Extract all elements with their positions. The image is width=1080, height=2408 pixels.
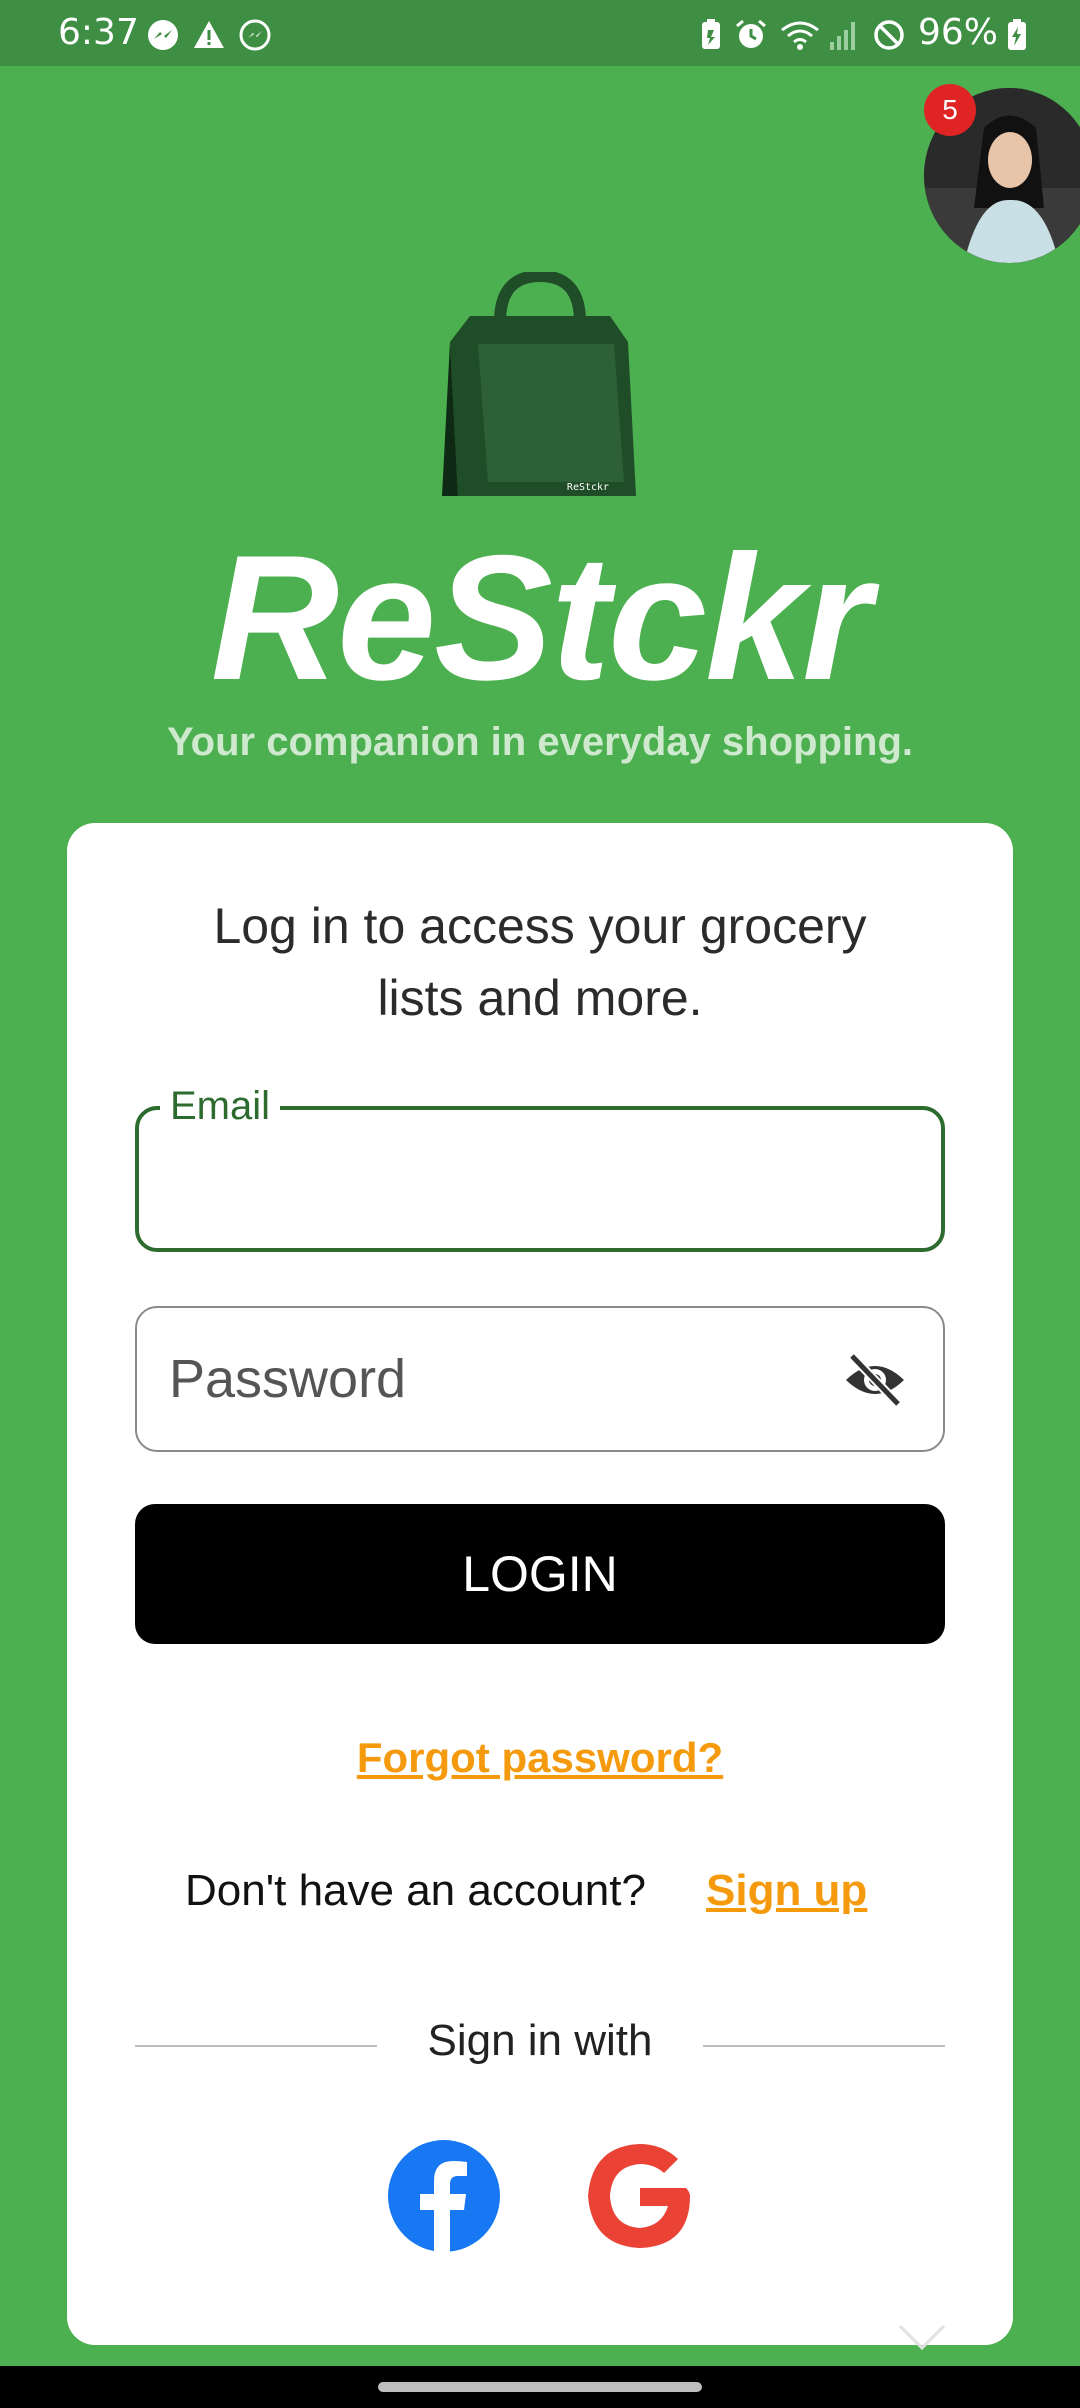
battery-icon: [1008, 19, 1026, 50]
sign-in-with-label: Sign in with: [427, 2016, 653, 2065]
google-icon[interactable]: [582, 2138, 698, 2254]
visibility-off-icon[interactable]: [842, 1350, 908, 1410]
messenger-icon: [148, 20, 178, 50]
app-tagline: Your companion in everyday shopping.: [166, 720, 914, 764]
facebook-icon[interactable]: [386, 2138, 502, 2254]
alarm-icon: [736, 19, 766, 48]
password-field[interactable]: [135, 1306, 945, 1452]
logo-text: ReStckr: [567, 482, 609, 493]
home-gesture-pill[interactable]: [378, 2382, 702, 2392]
notification-badge: 5: [924, 84, 976, 136]
email-label: Email: [160, 1084, 281, 1129]
divider-right: [703, 2045, 945, 2047]
shopping-bag-logo: ReStckr: [442, 272, 636, 496]
email-input[interactable]: [139, 1110, 941, 1248]
sign-up-link[interactable]: Sign up: [706, 1866, 867, 1916]
signal-icon: [830, 22, 855, 50]
battery-saver-icon: [702, 19, 720, 49]
wifi-icon: [781, 21, 819, 50]
no-account-text: Don't have an account?: [185, 1866, 646, 1915]
chevron-down-icon[interactable]: [896, 2322, 948, 2352]
battery-percent: 96%: [918, 12, 999, 53]
login-button[interactable]: LOGIN: [135, 1504, 945, 1644]
status-time: 6:37: [58, 12, 139, 53]
alert-icon: [194, 21, 224, 48]
login-intro-text: Log in to access your grocery lists and …: [213, 898, 867, 1026]
messenger-outline-icon: [239, 19, 271, 51]
forgot-password-link[interactable]: Forgot password?: [0, 1734, 1080, 1782]
password-input[interactable]: [137, 1308, 943, 1450]
app-title: ReStckr: [210, 518, 872, 717]
status-bar: 6:37 96%: [0, 0, 1080, 66]
do-not-disturb-icon: [874, 20, 904, 50]
